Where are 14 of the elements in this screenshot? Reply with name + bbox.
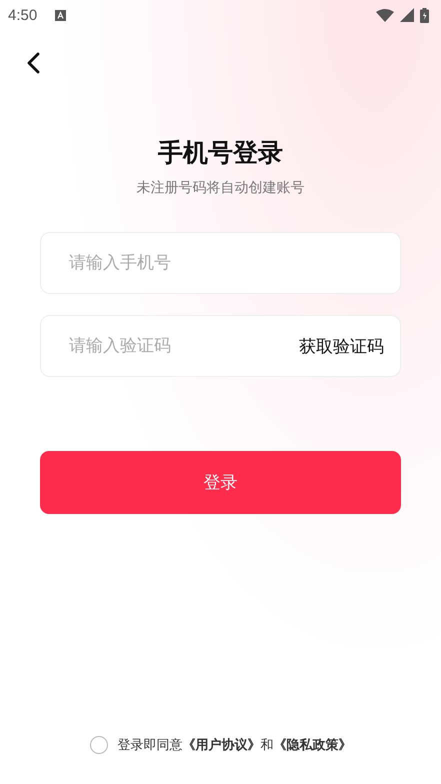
keyboard-indicator-icon <box>55 10 66 21</box>
code-input-field[interactable]: 请输入验证码 获取验证码 <box>40 315 401 377</box>
phone-input-field[interactable]: 请输入手机号 <box>40 232 401 294</box>
status-time: 4:50 <box>8 6 38 24</box>
page-subtitle: 未注册号码将自动创建账号 <box>136 179 306 197</box>
back-icon[interactable] <box>26 52 40 74</box>
get-code-link[interactable]: 获取验证码 <box>299 334 384 358</box>
page-title: 手机号登录 <box>157 137 284 169</box>
agreement-text: 登录即同意《用户协议》和《隐私政策》 <box>118 736 352 754</box>
agreement-checkbox[interactable] <box>90 736 108 754</box>
wifi-icon <box>376 8 394 22</box>
signal-icon <box>400 8 414 22</box>
login-button[interactable]: 登录 <box>40 451 401 514</box>
battery-icon <box>420 8 429 22</box>
